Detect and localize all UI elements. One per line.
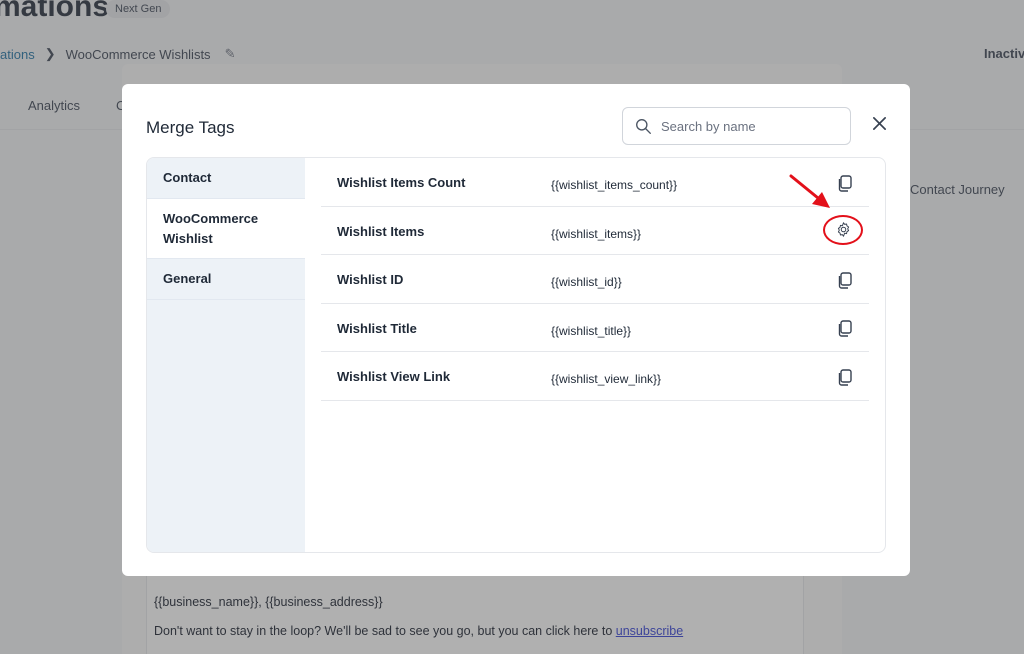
copy-button[interactable]	[833, 269, 855, 291]
sidebar-item-contact[interactable]: Contact	[147, 158, 305, 199]
copy-icon	[838, 174, 852, 192]
settings-button[interactable]	[823, 214, 863, 245]
gear-icon	[837, 222, 849, 237]
close-icon	[872, 116, 886, 130]
copy-icon	[838, 368, 852, 386]
merge-tags-modal: Merge Tags Contact WooCommerce Wishlist …	[122, 84, 910, 576]
copy-button[interactable]	[833, 172, 855, 194]
sidebar-item-label: WooCommerce Wishlist	[163, 210, 259, 246]
sidebar-item-label: General	[163, 271, 212, 286]
tag-name: Wishlist Items Count	[337, 175, 466, 190]
modal-title: Merge Tags	[146, 118, 235, 137]
tag-name: Wishlist Title	[337, 320, 417, 336]
sidebar-item-woocommerce-wishlist[interactable]: WooCommerce Wishlist	[147, 199, 305, 259]
tag-code: {{wishlist_items}}	[551, 226, 642, 241]
tag-code: {{wishlist_items_count}}	[551, 178, 678, 192]
search-input[interactable]	[661, 118, 841, 134]
table-row: Wishlist Items {{wishlist_items}}	[321, 207, 869, 255]
annotation-arrow-icon	[789, 174, 830, 208]
table-row: Wishlist View Link {{wishlist_view_link}…	[321, 352, 869, 401]
sidebar-item-general[interactable]: General	[147, 259, 305, 300]
table-row: Wishlist Title {{wishlist_title}}	[321, 304, 869, 352]
tag-code: {{wishlist_id}}	[551, 275, 622, 289]
copy-button[interactable]	[833, 318, 855, 340]
merge-tag-list: Wishlist Items Count {{wishlist_items_co…	[321, 158, 869, 401]
tag-name: Wishlist ID	[337, 272, 404, 287]
copy-button[interactable]	[833, 366, 855, 388]
copy-icon	[838, 320, 852, 337]
close-button[interactable]	[868, 112, 890, 134]
tag-code: {{wishlist_title}}	[551, 323, 632, 338]
tag-name: Wishlist View Link	[337, 369, 451, 384]
search-icon	[636, 118, 651, 134]
copy-icon	[838, 271, 852, 289]
category-sidebar: Contact WooCommerce Wishlist General	[147, 158, 305, 552]
tag-name: Wishlist Items	[337, 223, 425, 239]
merge-tags-panel: Contact WooCommerce Wishlist General Wis…	[146, 157, 886, 553]
search-box	[622, 107, 851, 145]
sidebar-item-label: Contact	[163, 170, 212, 185]
table-row: Wishlist ID {{wishlist_id}}	[321, 255, 869, 304]
tag-code: {{wishlist_view_link}}	[551, 372, 662, 386]
table-row: Wishlist Items Count {{wishlist_items_co…	[321, 158, 869, 207]
